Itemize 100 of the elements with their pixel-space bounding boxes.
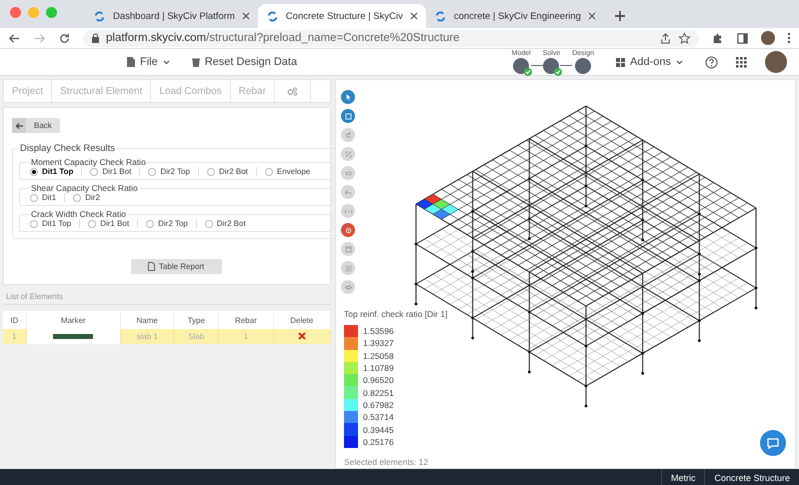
help-icon[interactable] (705, 56, 718, 68)
sync-logo-icon (434, 10, 447, 22)
view-tool-button[interactable] (341, 242, 355, 256)
share-icon[interactable] (659, 32, 672, 44)
legend-value: 1.39327 (363, 338, 394, 348)
legend-value: 0.82251 (363, 388, 394, 398)
view-tool-button[interactable] (341, 185, 355, 199)
reload-icon[interactable] (58, 32, 71, 44)
chat-button[interactable] (760, 430, 786, 456)
group-title: Crack Width Check Ratio (30, 209, 127, 219)
radio-option[interactable]: Envelope (264, 167, 318, 176)
sync-logo-icon (93, 10, 106, 22)
column-header: Rebar (218, 311, 274, 329)
radio-option[interactable]: Dir1 Bot (88, 219, 138, 228)
view-tool-button[interactable] (341, 261, 355, 275)
more-icon[interactable] (787, 32, 791, 44)
document-icon (148, 262, 155, 271)
view-tool-button[interactable] (341, 166, 355, 180)
column-header: Type (174, 311, 219, 329)
view-tool-button[interactable] (341, 147, 355, 161)
view-tool-button[interactable] (341, 109, 355, 123)
legend-value: 0.67982 (363, 400, 394, 410)
table-cell: Slab (174, 329, 219, 344)
square-icon (344, 112, 352, 120)
file-menu[interactable]: File (127, 56, 170, 68)
browser-tab[interactable]: concrete | SkyCiv Engineering (426, 4, 604, 28)
browser-tab[interactable]: Dashboard | SkyCiv Platform (85, 4, 258, 28)
left-arrow-icon (16, 122, 22, 128)
avatar[interactable] (765, 51, 787, 73)
radio-option[interactable]: Dit1 (30, 193, 66, 202)
selection-count: Selected elements: 12 (344, 456, 428, 467)
legend-value: 0.25176 (363, 436, 394, 447)
close-icon[interactable] (242, 12, 250, 20)
radio-option[interactable]: Dit1 Top (30, 219, 80, 228)
view-tool-button[interactable] (341, 90, 355, 104)
browser-tab[interactable]: Concrete Structure | SkyCiv (258, 4, 426, 28)
target-icon (344, 226, 352, 234)
chat-icon (767, 437, 779, 449)
back-arrow-icon[interactable] (8, 32, 21, 44)
trash-icon (192, 58, 200, 66)
extensions-icon[interactable] (711, 32, 724, 44)
column-header: Name (120, 311, 174, 329)
column-header: ID (3, 311, 26, 329)
grid-icon (616, 58, 626, 66)
back-button[interactable]: Back (12, 118, 60, 133)
dimension-icon (344, 206, 352, 216)
address-bar[interactable]: platform.skyciv.com/structural?preload_name=Concrete%20Structure (83, 30, 699, 46)
table-cell: slab 1 (120, 329, 174, 344)
radio-option[interactable]: Dir2 (73, 193, 108, 202)
window-icon (344, 244, 352, 254)
legend-value: 1.10789 (363, 363, 394, 374)
legend-value: 0.96520 (363, 375, 394, 386)
caret-icon (162, 60, 170, 64)
close-icon[interactable] (588, 12, 596, 20)
column-header: Delete (273, 311, 330, 329)
delete-icon[interactable] (298, 332, 306, 340)
group-title: Moment Capacity Check Ratio (30, 157, 147, 167)
view-tool-button[interactable] (341, 128, 355, 142)
new-tab-icon[interactable] (614, 10, 626, 22)
sync-logo-icon (266, 10, 279, 22)
legend-title: Top reinf. check ratio [Dir 1] (344, 309, 448, 319)
resize-icon (344, 150, 352, 158)
section-title: List of Elements (3, 289, 331, 305)
workflow-step-icon[interactable] (513, 58, 530, 74)
group-title: Display Check Results (19, 143, 116, 154)
view-tool-button[interactable] (341, 280, 355, 294)
radio-option[interactable]: Dir2 Bot (206, 167, 257, 176)
radio-option[interactable]: Dit1 Top (30, 167, 82, 176)
legend-value: 1.25058 (363, 350, 394, 361)
radio-option[interactable]: Dir2 Top (148, 167, 199, 176)
radio-option[interactable]: Dir2 Bot (204, 219, 254, 228)
sidebar-icon[interactable] (736, 32, 749, 44)
legend-value: 0.53714 (363, 412, 394, 422)
legend-value: 0.39445 (363, 424, 394, 435)
cursor-icon (344, 92, 352, 102)
radio-option[interactable]: Dir1 Bot (90, 167, 140, 176)
module-label[interactable]: Concrete Structure (704, 469, 799, 485)
caret-icon (676, 60, 683, 64)
view-tool-button[interactable] (341, 223, 355, 237)
close-icon[interactable] (410, 12, 418, 20)
apps-grid-icon[interactable] (736, 56, 747, 68)
workflow-step-icon[interactable] (575, 58, 592, 74)
rotate-icon (344, 130, 352, 140)
legend-value: 1.53596 (363, 326, 394, 336)
star-icon[interactable] (678, 32, 691, 44)
document-icon (127, 57, 135, 67)
radio-option[interactable]: Dir2 Top (146, 219, 197, 228)
units-label[interactable]: Metric (660, 469, 704, 485)
avatar[interactable] (761, 31, 775, 45)
reset-design-data-button[interactable]: Reset Design Data (192, 56, 298, 68)
table-cell: 1 (3, 329, 26, 344)
workflow-step-icon[interactable] (543, 58, 560, 74)
eye-icon (344, 282, 352, 292)
column-header: Marker (26, 311, 120, 329)
table-report-button[interactable]: Table Report (130, 259, 222, 274)
group-title: Shear Capacity Check Ratio (30, 183, 139, 193)
add-ons-menu[interactable]: Add-ons (616, 56, 683, 68)
grid-icon (344, 264, 352, 272)
table-cell: 1 (218, 329, 274, 344)
lock-icon (91, 33, 100, 43)
